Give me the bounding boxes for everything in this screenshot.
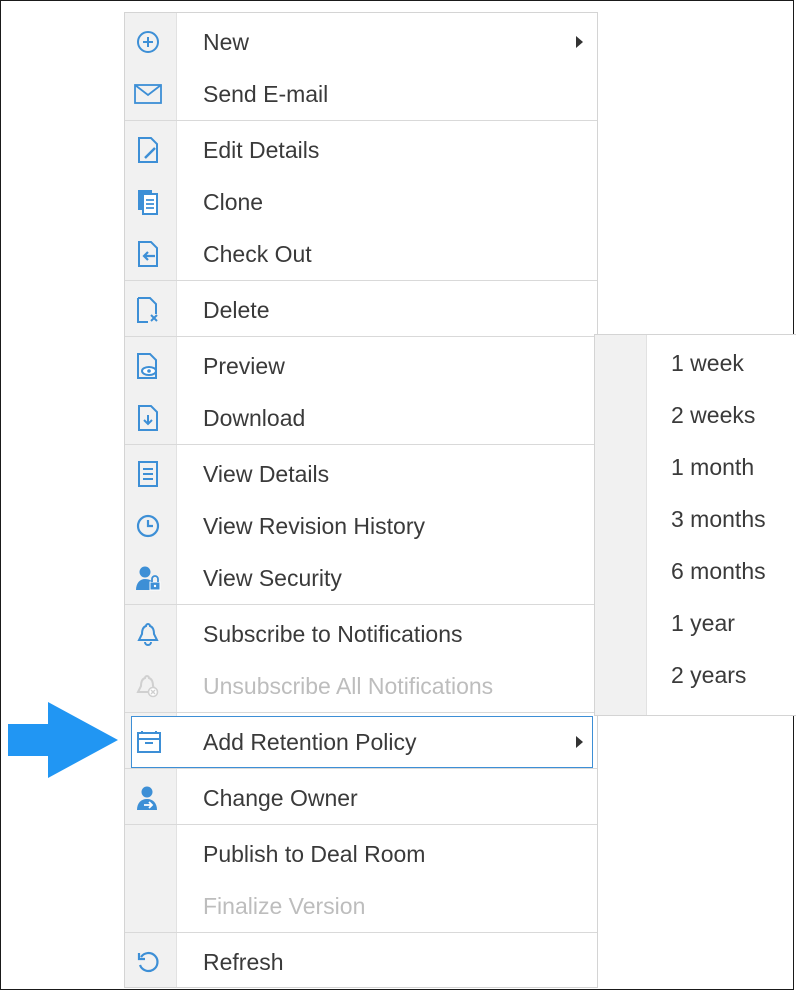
clone-icon bbox=[133, 187, 163, 217]
bell-off-icon bbox=[133, 671, 163, 701]
menu-item-change-owner[interactable]: Change Owner bbox=[125, 772, 597, 824]
menu-separator bbox=[125, 604, 597, 605]
menu-item-label: Preview bbox=[203, 353, 285, 379]
menu-item-label: Refresh bbox=[203, 949, 284, 975]
menu-item-finalize-version: Finalize Version bbox=[125, 880, 597, 932]
menu-item-edit-details[interactable]: Edit Details bbox=[125, 124, 597, 176]
menu-item-send-email[interactable]: Send E-mail bbox=[125, 68, 597, 120]
submenu-item-3-months[interactable]: 3 months bbox=[671, 493, 766, 545]
details-icon bbox=[133, 459, 163, 489]
archive-box-icon bbox=[134, 727, 164, 757]
menu-item-label: Unsubscribe All Notifications bbox=[203, 673, 494, 699]
menu-item-label: Edit Details bbox=[203, 137, 320, 163]
submenu-item-1-week[interactable]: 1 week bbox=[671, 337, 744, 389]
menu-item-label: Download bbox=[203, 405, 306, 431]
menu-item-preview[interactable]: Preview bbox=[125, 340, 597, 392]
bell-icon bbox=[133, 619, 163, 649]
menu-item-download[interactable]: Download bbox=[125, 392, 597, 444]
user-switch-icon bbox=[133, 783, 163, 813]
menu-item-label: View Security bbox=[203, 565, 342, 591]
menu-separator bbox=[125, 444, 597, 445]
menu-item-label: Change Owner bbox=[203, 785, 358, 811]
menu-item-add-retention-policy[interactable]: Add Retention Policy bbox=[131, 716, 593, 768]
menu-item-delete[interactable]: Delete bbox=[125, 284, 597, 336]
menu-item-publish-to-deal-room[interactable]: Publish to Deal Room bbox=[125, 828, 597, 880]
menu-item-clone[interactable]: Clone bbox=[125, 176, 597, 228]
submenu-item-2-years[interactable]: 2 years bbox=[671, 649, 746, 701]
retention-policy-submenu: 1 week 2 weeks 1 month 3 months 6 months… bbox=[594, 334, 796, 716]
pointer-arrow-icon bbox=[8, 702, 118, 778]
menu-item-label: View Revision History bbox=[203, 513, 425, 539]
context-menu: New Send E-mail Edit Details Clone Check… bbox=[124, 12, 598, 988]
menu-item-label: Publish to Deal Room bbox=[203, 841, 426, 867]
menu-item-label: Finalize Version bbox=[203, 893, 366, 919]
menu-item-view-security[interactable]: View Security bbox=[125, 552, 597, 604]
menu-item-label: Subscribe to Notifications bbox=[203, 621, 463, 647]
submenu-item-2-weeks[interactable]: 2 weeks bbox=[671, 389, 755, 441]
submenu-caret-icon bbox=[576, 36, 583, 48]
submenu-caret-icon bbox=[576, 736, 583, 748]
menu-separator bbox=[125, 280, 597, 281]
plus-circle-icon bbox=[133, 27, 163, 57]
menu-item-unsubscribe-all-notifications: Unsubscribe All Notifications bbox=[125, 660, 597, 712]
user-lock-icon bbox=[133, 563, 163, 593]
submenu-icon-column bbox=[595, 335, 647, 715]
submenu-item-1-year[interactable]: 1 year bbox=[671, 597, 735, 649]
menu-separator bbox=[125, 712, 597, 713]
refresh-icon bbox=[133, 947, 163, 977]
menu-separator bbox=[125, 120, 597, 121]
check-out-icon bbox=[133, 239, 163, 269]
menu-item-label: New bbox=[203, 29, 250, 55]
envelope-icon bbox=[133, 79, 163, 109]
delete-document-icon bbox=[133, 295, 163, 325]
menu-separator bbox=[125, 824, 597, 825]
menu-separator bbox=[125, 768, 597, 769]
menu-separator bbox=[125, 932, 597, 933]
edit-document-icon bbox=[133, 135, 163, 165]
preview-icon bbox=[133, 351, 163, 381]
submenu-item-1-month[interactable]: 1 month bbox=[671, 441, 754, 493]
menu-item-label: Clone bbox=[203, 189, 264, 215]
menu-item-label: Send E-mail bbox=[203, 81, 329, 107]
menu-item-new[interactable]: New bbox=[125, 16, 597, 68]
menu-item-subscribe-notifications[interactable]: Subscribe to Notifications bbox=[125, 608, 597, 660]
menu-item-check-out[interactable]: Check Out bbox=[125, 228, 597, 280]
menu-item-label: View Details bbox=[203, 461, 330, 487]
menu-item-refresh[interactable]: Refresh bbox=[125, 936, 597, 988]
menu-item-label: Check Out bbox=[203, 241, 312, 267]
menu-item-label: Add Retention Policy bbox=[203, 729, 417, 755]
clock-icon bbox=[133, 511, 163, 541]
download-icon bbox=[133, 403, 163, 433]
menu-item-view-details[interactable]: View Details bbox=[125, 448, 597, 500]
submenu-item-6-months[interactable]: 6 months bbox=[671, 545, 766, 597]
menu-item-label: Delete bbox=[203, 297, 270, 323]
menu-item-view-revision-history[interactable]: View Revision History bbox=[125, 500, 597, 552]
menu-separator bbox=[125, 336, 597, 337]
